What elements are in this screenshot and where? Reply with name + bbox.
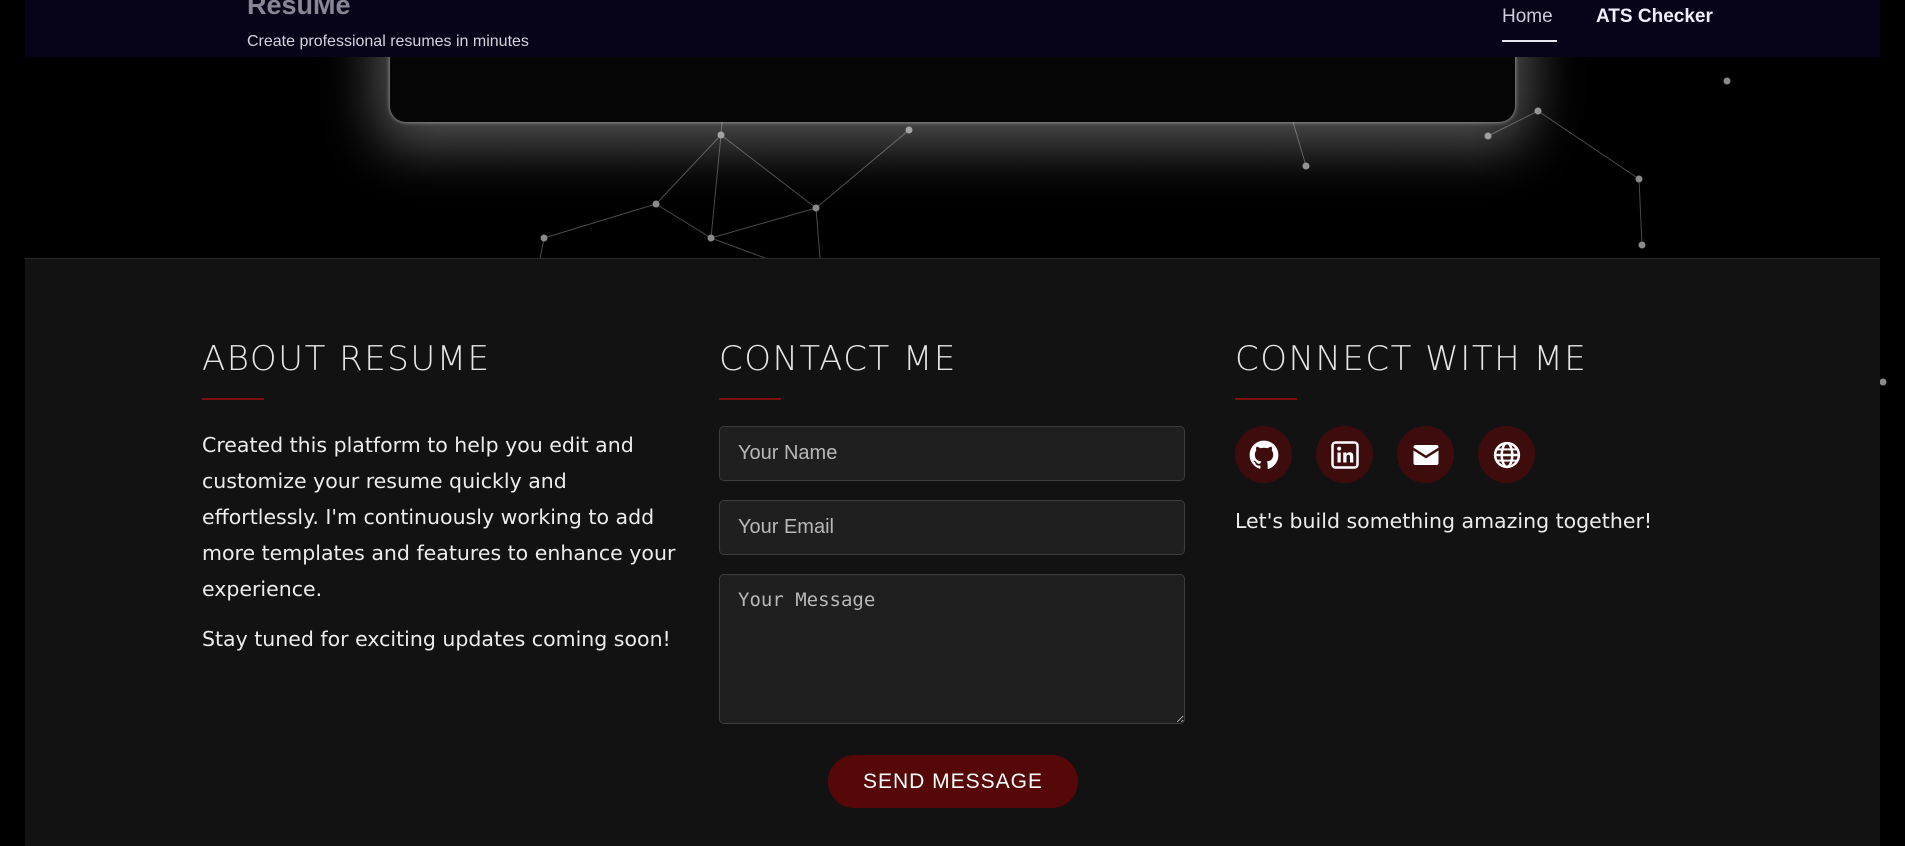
footer: ABOUT RESUME Created this platform to he… [25, 258, 1880, 846]
linkedin-icon [1330, 440, 1359, 469]
navbar: ResuMe Create professional resumes in mi… [25, 0, 1880, 57]
envelope-icon [1413, 444, 1438, 465]
brand-title[interactable]: ResuMe [247, 0, 351, 20]
about-heading-rule [202, 398, 264, 400]
connect-heading: CONNECT WITH ME [1235, 339, 1588, 379]
send-message-button[interactable]: SEND MESSAGE [828, 755, 1078, 808]
connect-heading-rule [1235, 398, 1297, 400]
page: ResuMe Create professional resumes in mi… [0, 0, 1905, 846]
contact-heading: CONTACT ME [719, 339, 957, 379]
about-paragraph: Created this platform to help you edit a… [202, 433, 676, 601]
nav-link-home[interactable]: Home [1502, 6, 1553, 28]
website-button[interactable] [1478, 426, 1535, 483]
github-icon [1249, 440, 1278, 469]
name-input[interactable] [719, 426, 1185, 481]
github-button[interactable] [1235, 426, 1292, 483]
contact-heading-rule [719, 398, 781, 400]
about-update-note: Stay tuned for exciting updates coming s… [202, 627, 671, 651]
email-input[interactable] [719, 500, 1185, 555]
message-textarea[interactable] [719, 574, 1185, 724]
linkedin-button[interactable] [1316, 426, 1373, 483]
brand-tagline: Create professional resumes in minutes [247, 33, 529, 50]
nav-link-ats-checker[interactable]: ATS Checker [1596, 6, 1713, 28]
globe-icon [1493, 441, 1520, 468]
connect-tagline: Let's build something amazing together! [1235, 509, 1653, 533]
about-heading: ABOUT RESUME [202, 339, 491, 379]
email-button[interactable] [1397, 426, 1454, 483]
nav-active-underline [1502, 40, 1557, 42]
